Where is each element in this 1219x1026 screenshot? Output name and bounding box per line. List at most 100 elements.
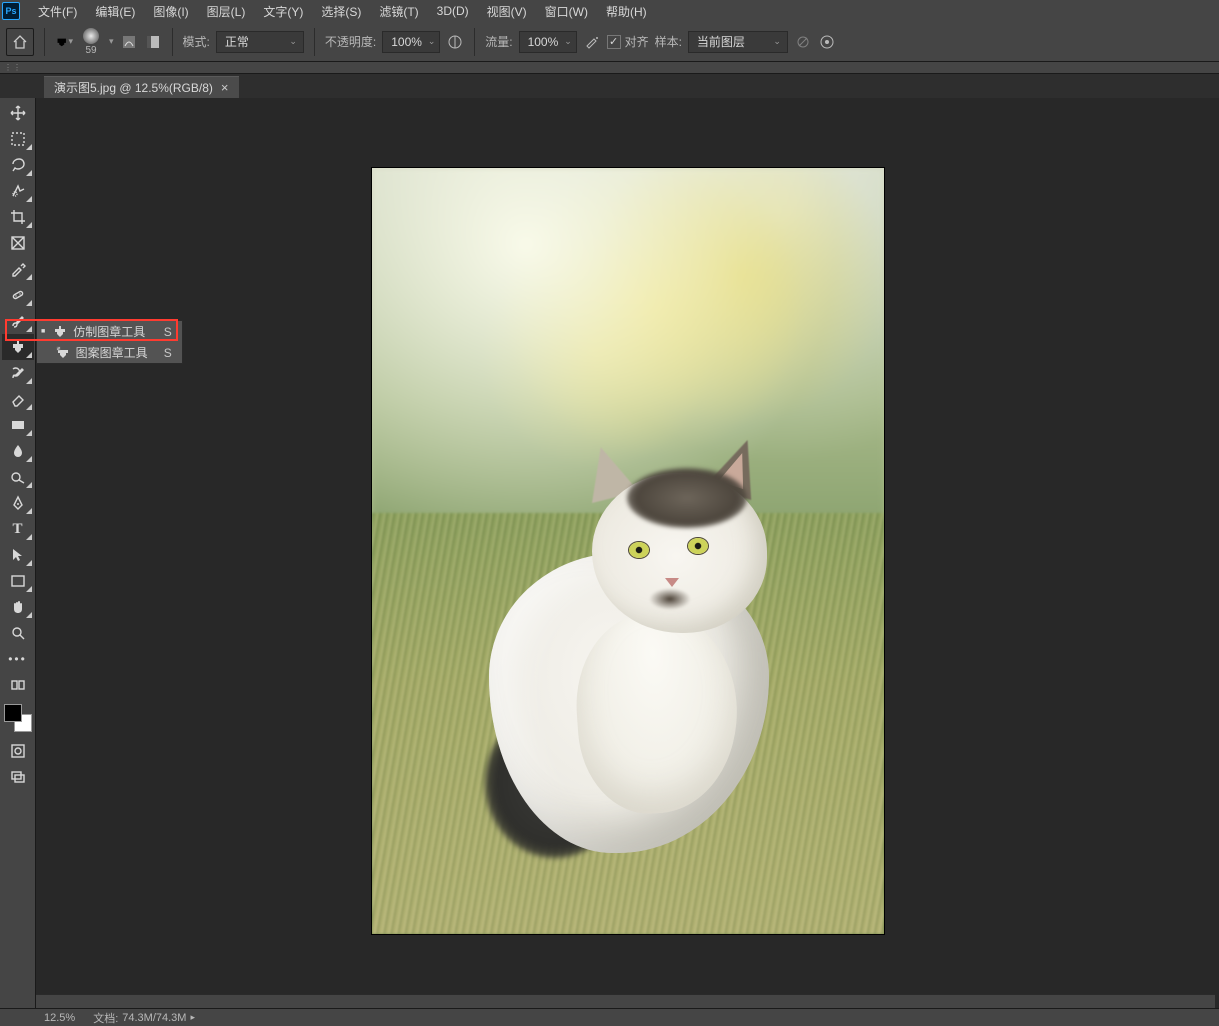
menu-select[interactable]: 选择(S) [313,1,369,22]
frame-tool[interactable] [2,230,34,256]
document-tab-title: 演示图5.jpg @ 12.5%(RGB/8) [54,79,213,96]
brush-tool[interactable] [2,308,34,334]
pressure-size-button[interactable] [818,33,836,51]
menu-view[interactable]: 视图(V) [479,1,535,22]
doc-info-value: 74.3M/74.3M [122,1012,186,1024]
menu-bar: Ps 文件(F) 编辑(E) 图像(I) 图层(L) 文字(Y) 选择(S) 滤… [0,0,1219,22]
menu-type[interactable]: 文字(Y) [255,1,311,22]
clone-stamp-tool[interactable] [2,334,34,360]
blur-tool[interactable] [2,438,34,464]
opacity-dropdown[interactable]: 100% ⌄ [382,31,440,53]
align-checkbox-group[interactable]: ✓ 对齐 [607,33,649,50]
lasso-tool[interactable] [2,152,34,178]
sample-dropdown[interactable]: 当前图层 ⌄ [688,31,788,53]
clone-stamp-flyout: 仿制图章工具 S 图案图章工具 S [36,320,183,364]
dodge-tool[interactable] [2,464,34,490]
panel-drag-handle[interactable]: ⋮⋮ [0,62,1219,74]
crop-tool[interactable] [2,204,34,230]
edit-toolbar-button[interactable] [2,672,34,698]
menu-help[interactable]: 帮助(H) [598,1,655,22]
chevron-down-icon: ⌄ [428,36,436,47]
toolbox: T ••• [0,98,36,1008]
move-tool[interactable] [2,100,34,126]
chevron-down-icon: ⌄ [289,36,297,47]
quick-select-tool[interactable] [2,178,34,204]
home-button[interactable] [6,28,34,56]
close-icon[interactable]: × [221,80,229,95]
eyedropper-tool[interactable] [2,256,34,282]
quick-mask-button[interactable] [2,738,34,764]
zoom-tool[interactable] [2,620,34,646]
flyout-item-label: 图案图章工具 [76,344,148,361]
mode-value: 正常 [225,33,249,50]
sample-value: 当前图层 [697,33,745,50]
canvas-area[interactable] [36,98,1219,1008]
menu-layer[interactable]: 图层(L) [199,1,254,22]
clone-source-button[interactable] [144,33,162,51]
brush-preview[interactable]: 59 [79,28,103,56]
align-checkbox[interactable]: ✓ [607,35,621,49]
pattern-stamp-icon [56,346,70,360]
opacity-value: 100% [391,35,422,49]
brush-panel-button[interactable] [120,33,138,51]
eraser-tool[interactable] [2,386,34,412]
flyout-item-pattern-stamp[interactable]: 图案图章工具 S [37,342,182,363]
airbrush-button[interactable] [583,33,601,51]
color-swatches[interactable] [4,704,32,732]
doc-info[interactable]: 文档: 74.3M/74.3M ▸ [93,1010,195,1026]
rectangle-tool[interactable] [2,568,34,594]
chevron-down-icon: ⌄ [773,36,781,47]
mode-dropdown[interactable]: 正常 ⌄ [216,31,304,53]
pen-tool[interactable] [2,490,34,516]
type-tool[interactable]: T [2,516,34,542]
tool-preset-icon[interactable]: ▾ [55,33,73,51]
gradient-tool[interactable] [2,412,34,438]
menu-edit[interactable]: 编辑(E) [87,1,143,22]
separator [172,28,173,56]
foreground-color-swatch[interactable] [4,704,22,722]
healing-tool[interactable] [2,282,34,308]
ignore-adjustments-button[interactable] [794,33,812,51]
menu-3d[interactable]: 3D(D) [429,2,477,20]
path-select-tool[interactable] [2,542,34,568]
document-tab[interactable]: 演示图5.jpg @ 12.5%(RGB/8) × [44,76,239,98]
mode-label: 模式: [183,33,210,50]
home-icon [12,34,28,50]
app-logo-icon: Ps [2,2,20,20]
document-canvas[interactable] [372,168,884,934]
chevron-down-icon[interactable]: ▾ [109,36,114,47]
stamp-icon [53,325,67,339]
doc-info-label: 文档: [93,1010,118,1026]
zoom-level[interactable]: 12.5% [44,1012,75,1024]
separator [474,28,475,56]
brush-size-value: 59 [85,45,96,56]
more-tools[interactable]: ••• [2,646,34,672]
pressure-opacity-button[interactable] [446,33,464,51]
flow-value: 100% [528,35,559,49]
hand-tool[interactable] [2,594,34,620]
flow-label: 流量: [485,33,512,50]
workspace: T ••• 仿制图章工具 S 图案图章工具 S [0,98,1219,1008]
menu-image[interactable]: 图像(I) [145,1,196,22]
chevron-down-icon: ⌄ [564,36,572,47]
screen-mode-button[interactable] [2,764,34,790]
marquee-tool[interactable] [2,126,34,152]
menu-file[interactable]: 文件(F) [30,1,85,22]
separator [44,28,45,56]
history-brush-tool[interactable] [2,360,34,386]
brush-tip-icon [83,28,99,44]
zoom-value: 12.5% [44,1012,75,1024]
sample-label: 样本: [655,33,682,50]
flyout-item-clone-stamp[interactable]: 仿制图章工具 S [37,321,182,342]
flyout-item-label: 仿制图章工具 [73,323,147,340]
chevron-right-icon: ▸ [190,1012,195,1023]
flow-dropdown[interactable]: 100% ⌄ [519,31,577,53]
align-label: 对齐 [625,33,649,50]
flyout-item-shortcut: S [164,346,172,360]
document-tab-bar: 演示图5.jpg @ 12.5%(RGB/8) × [0,74,1219,98]
image-subject-cat [467,438,807,878]
horizontal-scrollbar[interactable] [36,994,1215,1008]
menu-filter[interactable]: 滤镜(T) [371,1,426,22]
flyout-item-shortcut: S [164,325,172,339]
menu-window[interactable]: 窗口(W) [537,1,596,22]
